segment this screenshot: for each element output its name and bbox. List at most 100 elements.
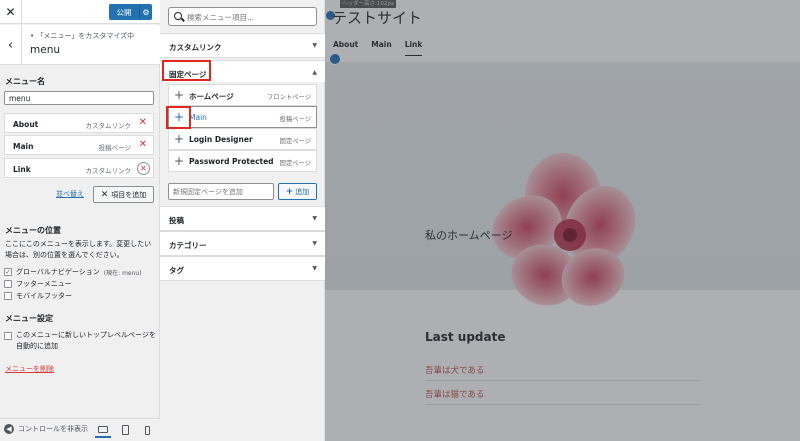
caret-down-icon: ▼ xyxy=(312,265,317,272)
chevron-left-icon[interactable]: ‹ xyxy=(0,25,22,65)
menu-item-title: Main xyxy=(13,142,34,151)
search-field[interactable] xyxy=(168,7,317,26)
menu-item-link[interactable]: Link カスタムリンク ✕ xyxy=(4,158,154,178)
menu-settings-label: メニュー設定 xyxy=(5,314,53,323)
customizer-sidebar: ✕ 公開 ⚙ ‹ • 「メニュー」をカスタマイズ中 menu メニュー名 Abo… xyxy=(0,0,160,441)
section-posts[interactable]: 投稿 ▼ xyxy=(160,206,325,231)
nav-item-link[interactable]: Link xyxy=(404,40,423,56)
page-title: Main xyxy=(189,113,207,122)
menu-location-description: ここにこのメニューを表示します。変更したい場合は、別の位置を選んでください。 xyxy=(5,240,152,259)
divider xyxy=(425,404,700,405)
customizer-header: ✕ 公開 ⚙ xyxy=(0,0,160,24)
section-title: 投稿 xyxy=(169,216,184,225)
add-page-button[interactable]: + 追加 xyxy=(278,183,317,200)
section-categories[interactable]: カテゴリー ▼ xyxy=(160,231,325,256)
customizer-footer: ◀ コントロールを非表示 xyxy=(0,418,160,441)
breadcrumb-sub: • 「メニュー」をカスタマイズ中 xyxy=(30,32,135,40)
location-option-note: (現在: menu) xyxy=(103,269,142,277)
menu-location-label: メニューの位置 xyxy=(5,226,61,235)
delete-menu-link[interactable]: メニューを削除 xyxy=(5,364,54,374)
close-x-icon: ✕ xyxy=(100,189,109,200)
menu-name-input[interactable] xyxy=(4,91,154,105)
desktop-shape xyxy=(98,425,108,433)
menu-item-about[interactable]: About カスタムリンク ✕ xyxy=(4,113,154,133)
location-option-label: グローバルナビゲーション xyxy=(16,268,100,276)
last-update-heading: Last update xyxy=(425,330,506,344)
post-link[interactable]: 吾輩は猫である xyxy=(425,388,484,400)
publish-label: 公開 xyxy=(116,7,132,17)
checkbox[interactable] xyxy=(4,332,12,340)
caret-down-icon: ▼ xyxy=(312,240,317,247)
page-title: Password Protected xyxy=(189,157,274,166)
close-icon[interactable]: ✕ xyxy=(0,0,22,24)
hero-heading: 私のホームページ xyxy=(425,229,513,242)
page-type: 固定ページ xyxy=(279,160,311,167)
caret-up-icon: ▲ xyxy=(312,69,317,76)
hide-controls-button[interactable]: ◀ コントロールを非表示 xyxy=(4,424,88,434)
location-option-footer-menu[interactable]: フッターメニュー xyxy=(4,279,72,289)
checkbox[interactable] xyxy=(4,280,12,288)
post-link[interactable]: 吾輩は犬である xyxy=(425,364,484,376)
add-plus-icon[interactable]: + xyxy=(174,88,184,102)
remove-icon[interactable]: ✕ xyxy=(139,118,147,128)
section-title: カスタムリンク xyxy=(169,43,222,52)
menu-item-type: 投稿ページ xyxy=(98,144,131,152)
nav-item-main[interactable]: Main xyxy=(371,40,391,56)
menu-item-title: About xyxy=(13,120,39,129)
new-page-input[interactable] xyxy=(168,183,274,200)
page-item-login-designer[interactable]: + Login Designer 固定ページ xyxy=(168,128,317,150)
gear-icon[interactable]: ⚙ xyxy=(139,4,152,20)
breadcrumb: ‹ • 「メニュー」をカスタマイズ中 menu xyxy=(0,25,160,65)
page-title: Login Designer xyxy=(189,135,253,144)
menu-item-title: Link xyxy=(13,165,31,174)
add-plus-icon[interactable]: + xyxy=(174,132,184,146)
divider xyxy=(425,380,700,381)
add-items-button[interactable]: ✕ 項目を追加 xyxy=(93,186,154,203)
checkbox-checked[interactable]: ✓ xyxy=(4,268,12,276)
highlight-pages-section xyxy=(162,60,211,81)
site-preview: ヘッダー高さ:102px テストサイト About Main Link 私のホー… xyxy=(325,0,800,441)
auto-add-pages-option[interactable]: このメニューに新しいトップレベルページを自動的に追加 xyxy=(4,330,156,352)
site-title[interactable]: テストサイト xyxy=(332,7,422,28)
highlight-add-main xyxy=(166,106,191,129)
location-option-label: フッターメニュー xyxy=(16,280,72,288)
preview-nav: About Main Link xyxy=(333,40,423,56)
page-type: 投稿ページ xyxy=(279,116,311,123)
remove-circle-icon[interactable]: ✕ xyxy=(137,162,150,175)
location-option-mobile-footer[interactable]: モバイルフッター xyxy=(4,291,72,301)
section-custom-links[interactable]: カスタムリンク ▼ xyxy=(160,33,325,58)
section-title: カテゴリー xyxy=(169,241,207,250)
page-type: 固定ページ xyxy=(279,138,311,145)
remove-icon[interactable]: ✕ xyxy=(139,140,147,150)
page-title: menu xyxy=(30,44,60,56)
search-input[interactable] xyxy=(187,11,312,23)
publish-button[interactable]: 公開 ⚙ xyxy=(109,4,152,20)
add-items-label: 項目を追加 xyxy=(111,190,147,199)
reorder-link[interactable]: 並べ替え xyxy=(56,189,84,199)
mobile-preview-icon[interactable] xyxy=(139,422,155,438)
auto-add-label: このメニューに新しいトップレベルページを自動的に追加 xyxy=(16,331,156,350)
search-icon xyxy=(174,12,182,20)
mobile-shape xyxy=(144,425,150,435)
location-option-global-nav[interactable]: ✓ グローバルナビゲーション (現在: menu) xyxy=(4,267,142,277)
page-type: フロントページ xyxy=(267,94,311,101)
desktop-preview-icon[interactable] xyxy=(95,422,111,438)
section-title: タグ xyxy=(169,266,184,275)
hide-controls-label: コントロールを非表示 xyxy=(18,425,88,433)
plus-icon: + xyxy=(285,186,294,197)
add-plus-icon[interactable]: + xyxy=(174,154,184,168)
tablet-preview-icon[interactable] xyxy=(117,422,133,438)
menu-item-main[interactable]: Main 投稿ページ ✕ xyxy=(4,135,154,155)
hero-section: 私のホームページ xyxy=(325,62,800,306)
collapse-icon: ◀ xyxy=(4,424,14,434)
section-tags[interactable]: タグ ▼ xyxy=(160,256,325,281)
page-item-homepage[interactable]: + ホームページ フロントページ xyxy=(168,84,317,106)
caret-down-icon: ▼ xyxy=(312,215,317,222)
page-item-password-protected[interactable]: + Password Protected 固定ページ xyxy=(168,150,317,172)
checkbox[interactable] xyxy=(4,292,12,300)
menu-item-type: カスタムリンク xyxy=(85,122,132,130)
pencil-icon[interactable] xyxy=(329,53,341,65)
menu-name-label: メニュー名 xyxy=(5,77,45,86)
add-page-label: 追加 xyxy=(295,187,310,196)
caret-down-icon: ▼ xyxy=(312,42,317,49)
